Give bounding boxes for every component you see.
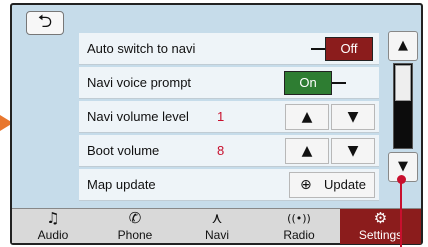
infotainment-screen: ⮌ Auto switch to navi Off Navi voice pro… bbox=[10, 3, 423, 245]
nav-settings[interactable]: ⚙ Settings bbox=[340, 209, 421, 244]
manual-illustration: ⮌ Auto switch to navi Off Navi voice pro… bbox=[0, 0, 428, 247]
globe-icon: ⊕ bbox=[300, 177, 312, 193]
row-boot-volume: Boot volume 8 ▲ ▼ bbox=[79, 135, 379, 167]
nav-audio-label: Audio bbox=[37, 228, 69, 242]
nav-audio[interactable]: ♫ Audio bbox=[12, 209, 94, 244]
row-navi-volume-level: Navi volume level 1 ▲ ▼ bbox=[79, 101, 379, 133]
row-auto-switch-to-navi: Auto switch to navi Off bbox=[79, 33, 379, 65]
navi-volume-value: 1 bbox=[217, 109, 225, 124]
triangle-up-icon: ▲ bbox=[301, 143, 313, 159]
back-button[interactable]: ⮌ bbox=[26, 11, 64, 35]
bottom-nav-bar: ♫ Audio ✆ Phone ⋏ Navi ((•)) Radio ⚙ Set… bbox=[12, 208, 421, 244]
settings-gear-icon: ⚙ bbox=[373, 209, 388, 227]
map-update-label: Map update bbox=[87, 177, 156, 192]
nav-radio-label: Radio bbox=[283, 228, 315, 242]
toggle-indicator-line bbox=[332, 82, 346, 84]
triangle-down-icon: ▼ bbox=[347, 109, 359, 125]
toggle-indicator-line bbox=[311, 48, 325, 50]
triangle-down-icon: ▼ bbox=[347, 143, 359, 159]
nav-navi[interactable]: ⋏ Navi bbox=[176, 209, 258, 244]
back-arrow-icon: ⮌ bbox=[37, 11, 53, 32]
scrollbar-track[interactable] bbox=[393, 63, 413, 149]
callout-marker-line bbox=[400, 182, 402, 247]
nav-navi-label: Navi bbox=[204, 228, 229, 242]
row-navi-voice-prompt: Navi voice prompt On bbox=[79, 67, 379, 99]
navigation-arrow-icon: ⋏ bbox=[211, 209, 223, 227]
music-note-icon: ♫ bbox=[46, 209, 60, 227]
auto-switch-label: Auto switch to navi bbox=[87, 41, 196, 56]
radio-signal-icon: ((•)) bbox=[287, 212, 311, 225]
triangle-up-icon: ▲ bbox=[301, 109, 313, 125]
boot-volume-up-button[interactable]: ▲ bbox=[285, 138, 329, 164]
auto-switch-toggle[interactable]: Off bbox=[325, 37, 373, 61]
boot-volume-label: Boot volume bbox=[87, 143, 160, 158]
triangle-up-icon: ▲ bbox=[398, 38, 408, 53]
navi-volume-up-button[interactable]: ▲ bbox=[285, 104, 329, 130]
voice-prompt-toggle[interactable]: On bbox=[284, 71, 332, 95]
nav-phone[interactable]: ✆ Phone bbox=[94, 209, 176, 244]
nav-radio[interactable]: ((•)) Radio bbox=[258, 209, 340, 244]
settings-list: Auto switch to navi Off Navi voice promp… bbox=[79, 33, 379, 201]
boot-volume-value: 8 bbox=[217, 143, 225, 158]
scrollbar-thumb[interactable] bbox=[395, 65, 411, 101]
nav-settings-label: Settings bbox=[358, 228, 403, 242]
boot-volume-down-button[interactable]: ▼ bbox=[331, 138, 375, 164]
map-update-button[interactable]: ⊕ Update bbox=[289, 172, 375, 198]
update-button-label: Update bbox=[324, 177, 366, 192]
voice-prompt-label: Navi voice prompt bbox=[87, 75, 192, 90]
scroll-up-button[interactable]: ▲ bbox=[388, 31, 418, 61]
row-map-update: Map update ⊕ Update bbox=[79, 169, 379, 201]
phone-icon: ✆ bbox=[128, 209, 142, 227]
navi-volume-label: Navi volume level bbox=[87, 109, 189, 124]
nav-phone-label: Phone bbox=[117, 228, 153, 242]
triangle-down-icon: ▼ bbox=[398, 159, 408, 174]
navi-volume-down-button[interactable]: ▼ bbox=[331, 104, 375, 130]
